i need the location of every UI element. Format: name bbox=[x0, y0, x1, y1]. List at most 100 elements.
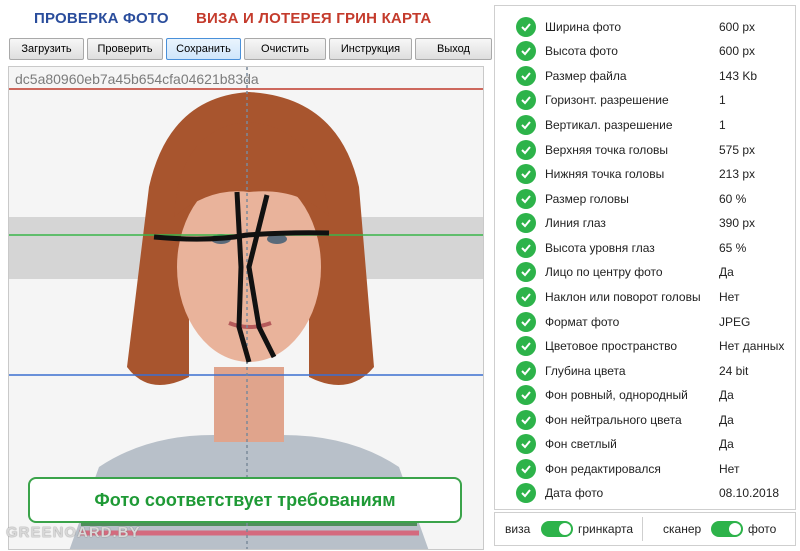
check-row: Верхняя точка головы 575 px bbox=[495, 138, 795, 162]
check-label: Линия глаз bbox=[545, 216, 606, 230]
check-label: Вертикал. разрешение bbox=[545, 118, 673, 132]
check-label: Наклон или поворот головы bbox=[545, 290, 701, 304]
check-row: Горизонт. разрешение 1 bbox=[495, 88, 795, 112]
check-value: Да bbox=[719, 265, 734, 279]
check-label: Фон светлый bbox=[545, 437, 617, 451]
check-row: Фон редактировался Нет bbox=[495, 457, 795, 481]
check-icon bbox=[516, 90, 536, 110]
check-label: Цветовое пространство bbox=[545, 339, 678, 353]
scanner-label: сканер bbox=[663, 522, 702, 536]
toggle-switch[interactable] bbox=[541, 521, 573, 537]
check-label: Формат фото bbox=[545, 315, 620, 329]
check-label: Горизонт. разрешение bbox=[545, 93, 669, 107]
toggle-switch[interactable] bbox=[711, 521, 743, 537]
check-icon bbox=[516, 336, 536, 356]
check-row: Глубина цвета 24 bit bbox=[495, 359, 795, 383]
check-value: 1 bbox=[719, 118, 726, 132]
check-value: Да bbox=[719, 388, 734, 402]
check-label: Глубина цвета bbox=[545, 364, 626, 378]
save-button[interactable]: Сохранить bbox=[166, 38, 241, 60]
check-value: Нет bbox=[719, 290, 740, 304]
check-button[interactable]: Проверить bbox=[87, 38, 163, 60]
check-icon bbox=[516, 115, 536, 135]
exit-button[interactable]: Выход bbox=[415, 38, 492, 60]
check-icon bbox=[516, 287, 536, 307]
check-value: 600 px bbox=[719, 44, 756, 58]
check-icon bbox=[516, 262, 536, 282]
check-row: Лицо по центру фото Да bbox=[495, 260, 795, 284]
check-value: 600 px bbox=[719, 20, 756, 34]
photo-label: фото bbox=[748, 522, 777, 536]
check-row: Размер файла 143 Kb bbox=[495, 64, 795, 88]
checks-panel: Ширина фото 600 px Высота фото 600 px Ра… bbox=[494, 5, 796, 510]
watermark: GREENOARD.BY bbox=[6, 524, 141, 541]
check-icon bbox=[516, 410, 536, 430]
greencard-label: гринкарта bbox=[578, 522, 634, 536]
check-row: Высота фото 600 px bbox=[495, 39, 795, 63]
check-label: Фон редактировался bbox=[545, 462, 661, 476]
check-value: 143 Kb bbox=[719, 69, 758, 83]
check-row: Ширина фото 600 px bbox=[495, 15, 795, 39]
divider bbox=[642, 517, 643, 541]
check-value: Нет данных bbox=[719, 339, 785, 353]
check-icon bbox=[516, 459, 536, 479]
app-subtitle: ВИЗА И ЛОТЕРЕЯ ГРИН КАРТА bbox=[196, 10, 432, 27]
photo-hash: dc5a80960eb7a45b654cfa04621b83da bbox=[15, 71, 259, 87]
check-label: Нижняя точка головы bbox=[545, 167, 665, 181]
check-row: Дата фото 08.10.2018 bbox=[495, 481, 795, 505]
check-icon bbox=[516, 164, 536, 184]
load-button[interactable]: Загрузить bbox=[9, 38, 84, 60]
check-row: Формат фото JPEG bbox=[495, 310, 795, 334]
check-label: Высота фото bbox=[545, 44, 618, 58]
check-value: Нет bbox=[719, 462, 740, 476]
check-row: Вертикал. разрешение 1 bbox=[495, 113, 795, 137]
check-value: Да bbox=[719, 437, 734, 451]
app-title: ПРОВЕРКА ФОТО bbox=[34, 10, 169, 27]
check-icon bbox=[516, 385, 536, 405]
check-value: 575 px bbox=[719, 143, 756, 157]
check-value: Да bbox=[719, 413, 734, 427]
check-icon bbox=[516, 17, 536, 37]
check-label: Размер головы bbox=[545, 192, 629, 206]
check-label: Фон ровный, однородный bbox=[545, 388, 688, 402]
check-row: Линия глаз 390 px bbox=[495, 211, 795, 235]
check-value: 08.10.2018 bbox=[719, 486, 780, 500]
check-value: 1 bbox=[719, 93, 726, 107]
check-row: Размер головы 60 % bbox=[495, 187, 795, 211]
check-label: Верхняя точка головы bbox=[545, 143, 669, 157]
check-value: JPEG bbox=[719, 315, 751, 329]
check-value: 213 px bbox=[719, 167, 756, 181]
check-label: Фон нейтрального цвета bbox=[545, 413, 682, 427]
visa-greencard-toggle[interactable] bbox=[541, 513, 573, 545]
check-row: Наклон или поворот головы Нет bbox=[495, 285, 795, 309]
check-label: Ширина фото bbox=[545, 20, 622, 34]
check-icon bbox=[516, 41, 536, 61]
check-row: Фон ровный, однородный Да bbox=[495, 383, 795, 407]
check-icon bbox=[516, 312, 536, 332]
check-value: 60 % bbox=[719, 192, 747, 206]
check-icon bbox=[516, 189, 536, 209]
check-row: Нижняя точка головы 213 px bbox=[495, 162, 795, 186]
check-icon bbox=[516, 483, 536, 503]
check-icon bbox=[516, 361, 536, 381]
instructions-button[interactable]: Инструкция bbox=[329, 38, 412, 60]
check-icon bbox=[516, 434, 536, 454]
check-label: Высота уровня глаз bbox=[545, 241, 655, 255]
check-icon bbox=[516, 238, 536, 258]
check-row: Цветовое пространство Нет данных bbox=[495, 334, 795, 358]
check-label: Размер файла bbox=[545, 69, 627, 83]
check-label: Дата фото bbox=[545, 486, 604, 500]
clear-button[interactable]: Очистить bbox=[244, 38, 326, 60]
visa-label: виза bbox=[505, 522, 531, 536]
check-row: Высота уровня глаз 65 % bbox=[495, 236, 795, 260]
check-icon bbox=[516, 140, 536, 160]
status-banner: Фото соответствует требованиям bbox=[28, 477, 462, 523]
check-icon bbox=[516, 66, 536, 86]
scanner-photo-toggle[interactable] bbox=[711, 513, 743, 545]
check-row: Фон светлый Да bbox=[495, 432, 795, 456]
check-value: 390 px bbox=[719, 216, 756, 230]
check-value: 65 % bbox=[719, 241, 747, 255]
mode-toggles-bar: виза гринкарта сканер фото bbox=[494, 512, 796, 546]
check-row: Фон нейтрального цвета Да bbox=[495, 408, 795, 432]
check-label: Лицо по центру фото bbox=[545, 265, 663, 279]
